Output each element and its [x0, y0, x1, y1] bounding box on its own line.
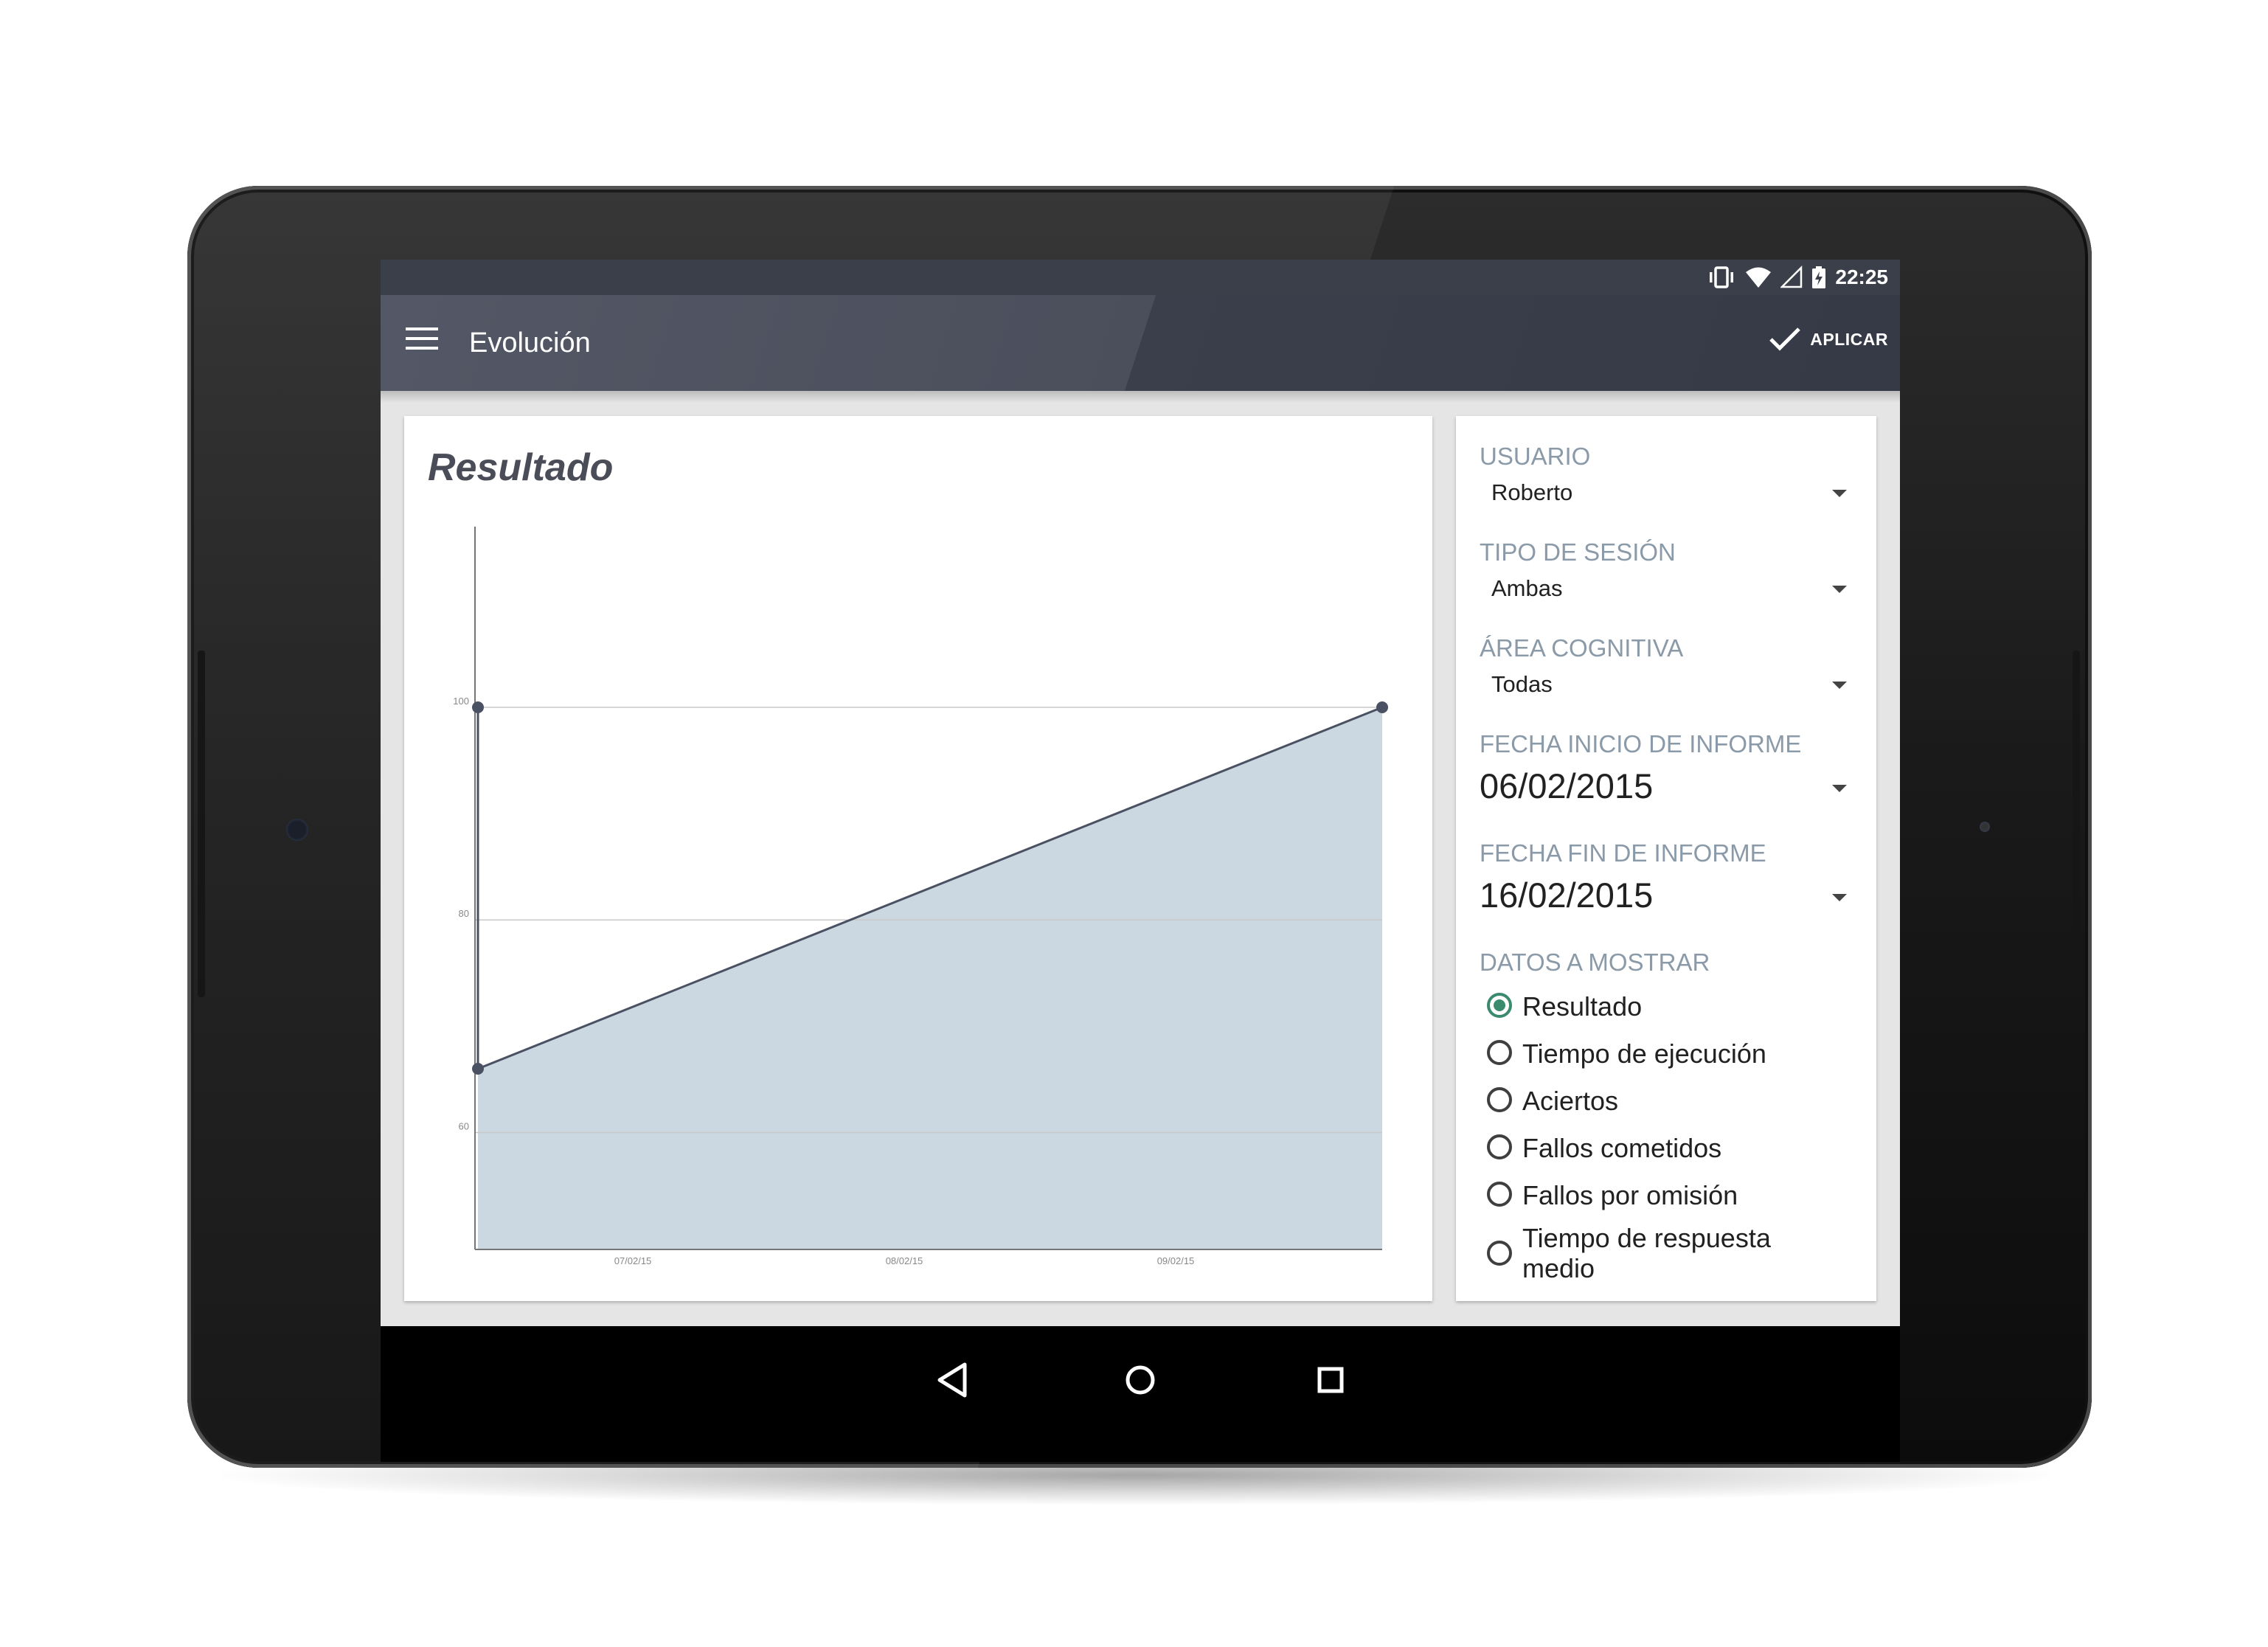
back-icon[interactable] [926, 1354, 978, 1406]
y-tick-label: 100 [453, 696, 469, 707]
front-camera [286, 819, 308, 841]
speaker-grille-left [198, 651, 205, 997]
speaker-grille-right [2073, 651, 2080, 997]
tipo-sesion-label: TIPO DE SESIÓN [1480, 538, 1676, 566]
y-tick-label: 80 [459, 908, 469, 919]
datos-label: DATOS A MOSTRAR [1480, 949, 1710, 976]
radio-tiempo-respuesta[interactable]: Tiempo de respuesta medio [1487, 1223, 1832, 1283]
area-fill [478, 707, 1382, 1249]
data-point [1376, 701, 1388, 713]
result-chart: 60 80 100 07/02/15 08/02/15 09/02/15 [453, 527, 1388, 1266]
radio-fallos-omision[interactable]: Fallos por omisión [1487, 1180, 1832, 1210]
tipo-sesion-dropdown-icon[interactable] [1832, 586, 1847, 593]
radio-aciertos[interactable]: Aciertos [1487, 1086, 1832, 1116]
chart-card: Resultado 60 80 100 07/02/15 08/02/15 09/02/1… [404, 416, 1432, 1301]
vibrate-icon [1710, 266, 1734, 288]
home-icon[interactable] [1114, 1354, 1166, 1406]
area-cognitiva-dropdown-icon[interactable] [1832, 682, 1847, 689]
radio-label: Aciertos [1522, 1086, 1619, 1116]
radio-label: Fallos por omisión [1522, 1180, 1738, 1210]
apply-button[interactable]: APLICAR [1769, 326, 1888, 353]
app-bar: Evolución APLICAR [381, 295, 1900, 391]
radio-label: Fallos cometidos [1522, 1133, 1722, 1163]
radio-label: Tiempo de respuesta medio [1522, 1223, 1771, 1283]
status-time: 22:25 [1835, 266, 1888, 288]
radio-label: Resultado [1522, 991, 1643, 1022]
navigation-bar [381, 1326, 1900, 1462]
radio-unselected-icon[interactable] [1487, 1040, 1512, 1065]
fecha-inicio-dropdown-icon[interactable] [1832, 785, 1847, 792]
status-bar: 22:25 [381, 260, 1900, 295]
radio-tiempo-ejecucion[interactable]: Tiempo de ejecución [1487, 1039, 1832, 1069]
area-cognitiva-label: ÁREA COGNITIVA [1480, 634, 1684, 662]
app-bar-shadow [381, 391, 1900, 403]
ambient-sensor [1980, 822, 1990, 832]
fecha-fin-value: 16/02/2015 [1480, 875, 1654, 915]
usuario-value: Roberto [1491, 479, 1573, 505]
fecha-fin-dropdown-icon[interactable] [1832, 894, 1847, 901]
fecha-inicio-label: FECHA INICIO DE INFORME [1480, 730, 1802, 757]
app-title: Evolución [469, 327, 591, 358]
usuario-dropdown-icon[interactable] [1832, 490, 1847, 497]
x-tick-label: 07/02/15 [614, 1255, 652, 1266]
radio-unselected-icon[interactable] [1487, 1087, 1512, 1112]
y-tick-label: 60 [459, 1120, 469, 1131]
usuario-label: USUARIO [1480, 443, 1591, 470]
wifi-icon [1746, 267, 1772, 288]
x-tick-label: 08/02/15 [886, 1255, 923, 1266]
filter-panel: USUARIO Roberto TIPO DE SESIÓN Ambas ÁRE… [1456, 416, 1876, 1301]
radio-label: Tiempo de ejecución [1522, 1039, 1766, 1069]
status-icons: 22:25 [1707, 266, 1888, 289]
hamburger-menu-icon[interactable] [406, 327, 438, 357]
fecha-fin-label: FECHA FIN DE INFORME [1480, 839, 1766, 867]
check-icon [1769, 327, 1801, 351]
radio-selected-icon[interactable] [1487, 993, 1512, 1018]
fecha-inicio-value: 06/02/2015 [1480, 766, 1654, 805]
recents-icon[interactable] [1305, 1354, 1356, 1406]
apply-label: APLICAR [1810, 329, 1888, 349]
radio-unselected-icon[interactable] [1487, 1241, 1512, 1266]
data-point [472, 701, 484, 713]
battery-charging-icon [1812, 266, 1826, 288]
tipo-sesion-value: Ambas [1491, 575, 1563, 601]
radio-unselected-icon[interactable] [1487, 1182, 1512, 1207]
x-tick-label: 09/02/15 [1157, 1255, 1195, 1266]
radio-fallos-cometidos[interactable]: Fallos cometidos [1487, 1133, 1832, 1163]
data-point [472, 1063, 484, 1075]
radio-unselected-icon[interactable] [1487, 1134, 1512, 1159]
area-cognitiva-value: Todas [1491, 671, 1553, 697]
screen: 22:25 Evolución APLICAR Resultado 60 80 10… [381, 260, 1900, 1462]
cell-signal-icon [1780, 266, 1803, 288]
radio-resultado[interactable]: Resultado [1487, 991, 1832, 1022]
